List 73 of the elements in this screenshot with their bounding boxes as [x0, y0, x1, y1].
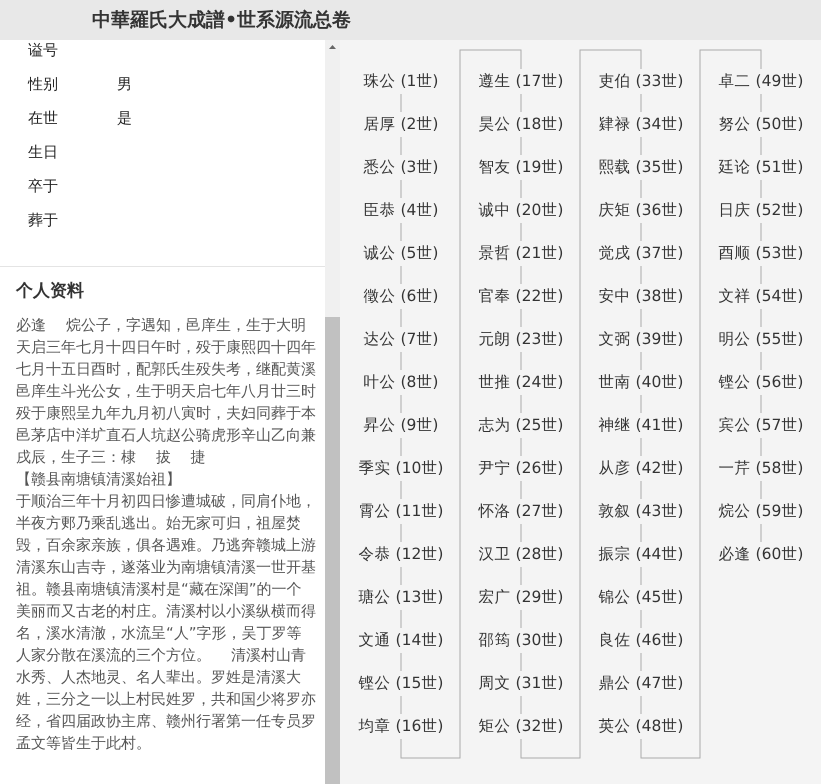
ancestor-name[interactable]: 季实 (10世): [358, 456, 444, 481]
ancestor-name[interactable]: 居厚 (2世): [364, 112, 438, 137]
ancestor-name[interactable]: 英公 (48世): [598, 714, 684, 739]
ancestor-name[interactable]: 怀洛 (27世): [478, 499, 564, 524]
ancestor-name[interactable]: 世南 (40世): [598, 370, 684, 395]
ancestor-name[interactable]: 汉卫 (28世): [478, 542, 564, 567]
ancestor-name[interactable]: 景哲 (21世): [478, 241, 564, 266]
field-value: 男: [117, 74, 132, 94]
ancestor-name[interactable]: 尹宁 (26世): [478, 456, 564, 481]
ancestor-name[interactable]: 诚公 (5世): [364, 241, 438, 266]
ancestor-name[interactable]: 从彦 (42世): [598, 456, 684, 481]
ancestor-name[interactable]: 智友 (19世): [478, 155, 564, 180]
scrollbar-thumb[interactable]: [325, 317, 340, 784]
ancestor-name[interactable]: 烷公 (59世): [718, 499, 804, 524]
ancestor-name[interactable]: 安中 (38世): [598, 284, 684, 309]
ancestor-name[interactable]: 周文 (31世): [478, 671, 564, 696]
field-label: 在世: [28, 108, 59, 128]
ancestor-name[interactable]: 廷论 (51世): [718, 155, 804, 180]
ancestor-name[interactable]: 庆矩 (36世): [598, 198, 684, 223]
ancestor-name[interactable]: 锦公 (45世): [598, 585, 684, 610]
ancestor-name[interactable]: 日庆 (52世): [718, 198, 804, 223]
ancestor-name[interactable]: 吏伯 (33世): [598, 69, 684, 94]
ancestor-name[interactable]: 昊公 (18世): [478, 112, 564, 137]
ancestor-name[interactable]: 世推 (24世): [478, 370, 564, 395]
ancestor-name[interactable]: 良佐 (46世): [598, 628, 684, 653]
ancestor-name[interactable]: 宾公 (57世): [718, 413, 804, 438]
ancestor-name[interactable]: 觉戌 (37世): [598, 241, 684, 266]
ancestor-name[interactable]: 诚中 (20世): [478, 198, 564, 223]
ancestor-name[interactable]: 神继 (41世): [598, 413, 684, 438]
ancestor-name[interactable]: 酉顺 (53世): [718, 241, 804, 266]
ancestor-name[interactable]: 均章 (16世): [358, 714, 444, 739]
ancestor-name[interactable]: 敦叙 (43世): [598, 499, 684, 524]
ancestor-name[interactable]: 叶公 (8世): [364, 370, 438, 395]
ancestor-name[interactable]: 邵筠 (30世): [478, 628, 564, 653]
field-label: 卒于: [28, 176, 59, 196]
field-label: 葬于: [28, 210, 59, 230]
ancestor-name[interactable]: 鼎公 (47世): [598, 671, 684, 696]
ancestor-name[interactable]: 臣恭 (4世): [364, 198, 438, 223]
ancestor-name[interactable]: 宏广 (29世): [478, 585, 564, 610]
section-heading: 个人资料: [16, 280, 85, 302]
ancestor-name[interactable]: 官奉 (22世): [478, 284, 564, 309]
ancestor-name[interactable]: 肄禄 (34世): [598, 112, 684, 137]
ancestor-name[interactable]: 熙载 (35世): [598, 155, 684, 180]
ancestor-name[interactable]: 悉公 (3世): [364, 155, 438, 180]
ancestor-name[interactable]: 一芹 (58世): [718, 456, 804, 481]
ancestor-name[interactable]: 铿公 (15世): [358, 671, 444, 696]
ancestor-name[interactable]: 矩公 (32世): [478, 714, 564, 739]
ancestor-name[interactable]: 徵公 (6世): [364, 284, 438, 309]
ancestor-name[interactable]: 遵生 (17世): [478, 69, 564, 94]
ancestor-name[interactable]: 霄公 (11世): [358, 499, 444, 524]
biography-paragraph: 于顺治三年十月初四日惨遭城破，同肩仆地，半夜方郠乃乘乱逃出。始无家可归，祖屋焚毁，百余家亲族，俱各遇难。乃逃奔赣城上游清溪东山吉寺，遂落业为南塘镇清溪一世开基祖。赣县南塘镇清溪村是“藏在深闺”的一个美丽而又古老的村庄。清溪村以小溪纵横而得名，溪水清澈，水流呈“人”字形，吴丁罗等人家分散在溪流的三个方位。 清溪村山青水秀、人杰地灵、名人辈出。罗姓是清溪大姓，三分之一以上村民姓罗，共和国少将罗亦经，省四届政协主席、赣州行署第一任专员罗孟文等皆生于此村。: [16, 491, 316, 754]
ancestor-name[interactable]: 文通 (14世): [358, 628, 444, 653]
ancestor-name[interactable]: 卓二 (49世): [718, 69, 804, 94]
field-value: 是: [117, 108, 132, 128]
scrollbar-track[interactable]: [325, 40, 340, 784]
ancestor-name[interactable]: 令恭 (12世): [358, 542, 444, 567]
field-label: 生日: [28, 142, 59, 162]
ancestor-name[interactable]: 文祥 (54世): [718, 284, 804, 309]
field-label: 谥号: [28, 40, 59, 60]
page-title: 中華羅氏大成譜•世系源流总卷: [92, 8, 352, 33]
ancestor-name[interactable]: 昇公 (9世): [364, 413, 438, 438]
ancestor-name[interactable]: 努公 (50世): [718, 112, 804, 137]
ancestor-name[interactable]: 瑭公 (13世): [358, 585, 444, 610]
ancestor-name[interactable]: 振宗 (44世): [598, 542, 684, 567]
biography-paragraph: 【赣县南塘镇清溪始祖】: [16, 469, 182, 490]
ancestor-name[interactable]: 明公 (55世): [718, 327, 804, 352]
ancestor-name[interactable]: 志为 (25世): [478, 413, 564, 438]
ancestor-name[interactable]: 铿公 (56世): [718, 370, 804, 395]
field-label: 性别: [28, 74, 59, 94]
ancestor-name[interactable]: 达公 (7世): [364, 327, 438, 352]
ancestor-name[interactable]: 元朗 (23世): [478, 327, 564, 352]
biography-paragraph: 必逢 烷公子，字遇知，邑庠生，生于大明天启三年七月十四日午时，殁于康熙四十四年七月十五日酉时，配郭氏生殁失考，继配黄溪邑庠生斗光公女，生于明天启七年八月廿三时殁于康熙呈九年九月初八寅时，夫妇同葬于本邑茅店中洋圹直石人坑赵公骑虎形辛山乙向兼戌辰，生子三：棣 拔 捷: [16, 315, 316, 468]
ancestor-name[interactable]: 文弼 (39世): [598, 327, 684, 352]
